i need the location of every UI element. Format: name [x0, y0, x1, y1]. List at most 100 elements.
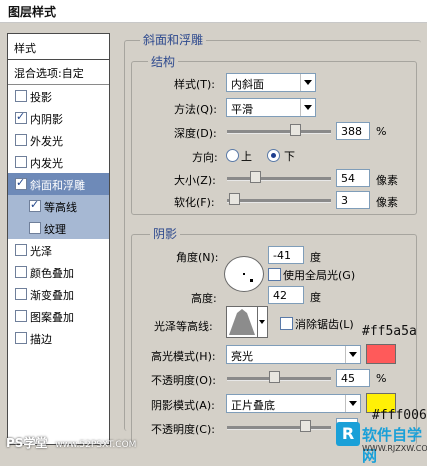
- method-select[interactable]: 平滑: [226, 98, 316, 117]
- direction-up-radio[interactable]: [226, 149, 239, 162]
- dialog-title-bar: 图层样式: [0, 0, 427, 23]
- style-label: 样式(T):: [174, 78, 216, 91]
- altitude-unit: 度: [310, 291, 321, 304]
- style-list-item-label: 投影: [30, 91, 52, 104]
- size-slider-track[interactable]: [227, 177, 331, 181]
- altitude-input[interactable]: 42: [268, 286, 304, 304]
- style-list-item[interactable]: 描边: [8, 327, 109, 349]
- style-list-item[interactable]: 颜色叠加: [8, 261, 109, 283]
- style-list-checkbox[interactable]: [29, 198, 41, 212]
- shading-title: 阴影: [150, 225, 181, 242]
- style-list-item[interactable]: 斜面和浮雕: [8, 173, 109, 195]
- style-list-item-label: 斜面和浮雕: [30, 179, 85, 192]
- direction-down-radio[interactable]: [267, 149, 280, 162]
- watermark-right-logo: R: [336, 422, 360, 446]
- chevron-down-icon: [345, 395, 360, 412]
- highlight-opacity-label: 不透明度(O):: [151, 374, 216, 387]
- method-label: 方法(Q):: [174, 103, 217, 116]
- chevron-down-icon: [259, 320, 265, 324]
- style-list-checkbox[interactable]: [15, 176, 27, 190]
- antialias-label: 消除锯齿(L): [295, 318, 354, 331]
- style-list-item-label: 渐变叠加: [30, 289, 74, 302]
- style-list-item[interactable]: 纹理: [8, 217, 109, 239]
- style-list-item-label: 内阴影: [30, 113, 63, 126]
- style-list-item[interactable]: 内阴影: [8, 107, 109, 129]
- gloss-contour-label: 光泽等高线:: [154, 320, 213, 333]
- highlight-mode-value: 亮光: [231, 350, 253, 363]
- style-list-checkbox[interactable]: [15, 110, 27, 124]
- watermark-left-text: PS学堂: [6, 436, 48, 450]
- angle-input[interactable]: -41: [268, 246, 304, 264]
- highlight-hex-annotation: #ff5a5a: [362, 324, 417, 339]
- chevron-down-icon: [300, 99, 315, 116]
- depth-slider-track[interactable]: [227, 130, 331, 134]
- style-list-checkbox[interactable]: [15, 90, 27, 102]
- depth-unit: %: [376, 125, 387, 138]
- angle-dial-center: [243, 273, 245, 275]
- style-list-item[interactable]: 外发光: [8, 129, 109, 151]
- direction-label: 方向:: [192, 151, 218, 164]
- style-list-checkbox[interactable]: [15, 310, 27, 322]
- style-list-item[interactable]: 内发光: [8, 151, 109, 173]
- highlight-mode-label: 高光模式(H):: [151, 350, 216, 363]
- soften-unit: 像素: [376, 196, 398, 209]
- depth-label: 深度(D):: [174, 127, 217, 140]
- size-slider-thumb[interactable]: [250, 171, 261, 183]
- highlight-mode-select[interactable]: 亮光: [226, 345, 361, 364]
- highlight-opacity-thumb[interactable]: [269, 371, 280, 383]
- shadow-opacity-track[interactable]: [227, 426, 331, 430]
- style-list-item-label: 纹理: [44, 223, 66, 236]
- shadow-mode-select[interactable]: 正片叠底: [226, 394, 361, 413]
- style-list-item-label: 图案叠加: [30, 311, 74, 324]
- highlight-opacity-input[interactable]: 45: [336, 369, 370, 387]
- style-list-item[interactable]: 渐变叠加: [8, 283, 109, 305]
- size-input[interactable]: 54: [336, 169, 370, 187]
- style-list-checkbox[interactable]: [15, 134, 27, 146]
- style-list-item-label: 颜色叠加: [30, 267, 74, 280]
- style-list-item[interactable]: 图案叠加: [8, 305, 109, 327]
- style-list-item-label: 外发光: [30, 135, 63, 148]
- style-list-checkbox[interactable]: [15, 266, 27, 278]
- style-list-checkbox[interactable]: [15, 288, 27, 300]
- watermark-right: R 软件自学网 WWW.RJZXW.COM: [336, 418, 427, 465]
- soften-slider-track[interactable]: [227, 199, 331, 203]
- watermark-left: PS学堂 www.52PSXT.COM: [6, 434, 136, 451]
- bevel-emboss-title: 斜面和浮雕: [140, 31, 207, 48]
- highlight-opacity-value: 45: [341, 372, 355, 385]
- style-list-item-label: 内发光: [30, 157, 63, 170]
- soften-slider-thumb[interactable]: [229, 193, 240, 205]
- depth-input[interactable]: 388: [336, 122, 370, 140]
- style-list-checkbox[interactable]: [29, 222, 41, 234]
- soften-input[interactable]: 3: [336, 191, 370, 209]
- style-list-item[interactable]: 等高线: [8, 195, 109, 217]
- style-list-checkbox[interactable]: [15, 332, 27, 344]
- direction-up-label: 上: [241, 150, 252, 163]
- antialias-checkbox[interactable]: [280, 317, 293, 330]
- soften-label: 软化(F):: [174, 196, 215, 209]
- style-list-item[interactable]: 光泽: [8, 239, 109, 261]
- size-input-value: 54: [341, 172, 355, 185]
- gloss-contour-picker[interactable]: [226, 306, 258, 338]
- style-select[interactable]: 内斜面: [226, 73, 316, 92]
- shadow-opacity-thumb[interactable]: [300, 420, 311, 432]
- blend-options-item[interactable]: 混合选项:自定: [8, 60, 109, 85]
- style-list-checkbox[interactable]: [15, 244, 27, 256]
- global-light-checkbox[interactable]: [268, 268, 281, 281]
- angle-label: 角度(N):: [176, 251, 219, 264]
- style-list-item-label: 等高线: [44, 201, 77, 214]
- depth-slider-thumb[interactable]: [290, 124, 301, 136]
- dialog-title: 图层样式: [8, 5, 57, 19]
- style-list: 样式 混合选项:自定 投影内阴影外发光内发光斜面和浮雕等高线纹理光泽颜色叠加渐变…: [7, 33, 110, 445]
- style-list-item-label: 描边: [30, 333, 52, 346]
- style-list-header[interactable]: 样式: [8, 34, 109, 60]
- angle-input-value: -41: [273, 249, 291, 262]
- style-select-value: 内斜面: [231, 78, 264, 91]
- style-list-item[interactable]: 投影: [8, 85, 109, 107]
- style-list-header-label: 样式: [14, 42, 36, 55]
- gloss-contour-dropdown[interactable]: [257, 306, 268, 338]
- highlight-color-swatch[interactable]: [366, 344, 396, 364]
- angle-dial[interactable]: [224, 256, 264, 292]
- angle-unit: 度: [310, 251, 321, 264]
- style-list-checkbox[interactable]: [15, 156, 27, 168]
- shadow-opacity-label: 不透明度(C):: [151, 423, 215, 436]
